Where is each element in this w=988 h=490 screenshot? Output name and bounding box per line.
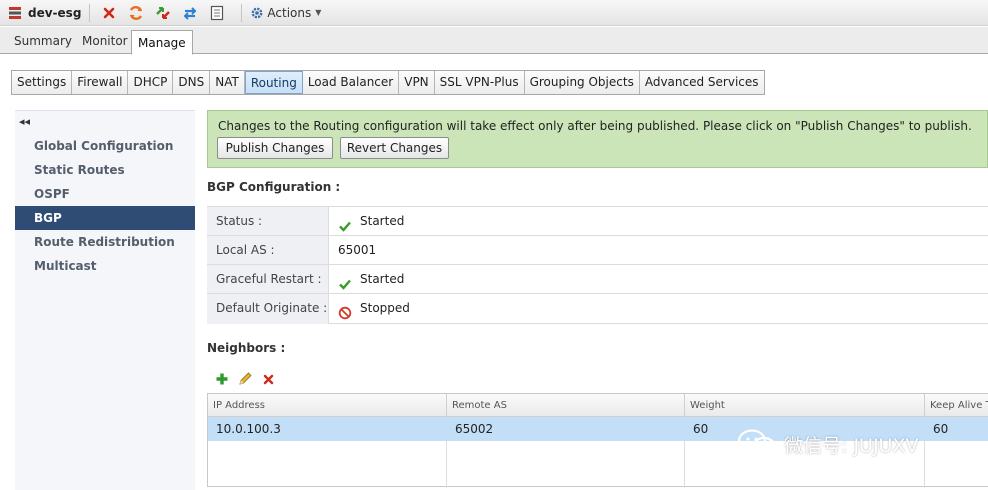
delete-icon[interactable] [260,371,276,387]
gear-icon [250,6,264,20]
column-header-keep-alive[interactable]: Keep Alive Tir [925,394,988,417]
refresh-icon[interactable] [125,3,147,23]
default-originate-text: Stopped [360,301,410,315]
actions-label: Actions [267,5,312,20]
migrate-icon[interactable] [152,3,174,23]
add-icon[interactable] [214,371,230,387]
bgp-status-row: Status : Started [207,206,988,236]
nav-item-multicast[interactable]: Multicast [15,254,195,278]
status-text: Started [360,214,405,228]
chevron-down-icon: ▼ [315,8,322,17]
graceful-restart-label: Graceful Restart : [207,265,329,294]
revert-changes-button[interactable]: Revert Changes [340,137,449,159]
status-label: Status : [207,207,329,236]
subtab-ssl-vpn-plus[interactable]: SSL VPN-Plus [434,71,525,94]
local-as-label: Local AS : [207,236,329,265]
edge-gateway-icon [8,6,22,20]
cell-ip-address: 10.0.100.3 [216,422,281,436]
subtab-dns[interactable]: DNS [173,71,211,94]
object-name: dev-esg [28,5,82,20]
wechat-logo-icon [736,427,778,461]
bgp-config-heading: BGP Configuration : [207,180,341,194]
check-icon [338,215,352,232]
object-toolbar: dev-esg Actions ▼ [0,0,988,26]
wechat-watermark: 微信号: JUJUXV [736,427,918,461]
grid-divider [924,441,925,488]
watermark-text: 微信号: JUJUXV [784,434,919,457]
edit-pencil-icon[interactable] [237,371,253,387]
manage-sub-tabs: Settings Firewall DHCP DNS NAT Routing L… [11,70,765,95]
nav-item-global-configuration[interactable]: Global Configuration [15,134,195,158]
tab-monitor[interactable]: Monitor [76,31,134,54]
default-originate-value: Stopped [338,294,410,323]
cell-weight: 60 [693,422,709,436]
neighbors-toolbar [214,371,283,387]
publish-message: Changes to the Routing configuration wil… [218,119,972,133]
publish-banner: Changes to the Routing configuration wil… [207,110,988,168]
nav-item-ospf[interactable]: OSPF [15,182,195,206]
toolbar-divider [241,3,243,22]
status-value: Started [338,207,404,236]
nav-item-bgp[interactable]: BGP [15,206,195,230]
sync-icon[interactable] [179,3,201,23]
column-header-ip-address[interactable]: IP Address [208,394,447,417]
subtab-routing[interactable]: Routing [244,71,303,94]
nav-item-static-routes[interactable]: Static Routes [15,158,195,182]
actions-menu[interactable]: Actions ▼ [250,6,321,20]
object-title: dev-esg [0,0,81,25]
grid-divider [684,441,685,488]
cell-keep-alive: 60 [933,422,949,436]
publish-changes-button[interactable]: Publish Changes [217,137,333,159]
tab-manage[interactable]: Manage [131,30,193,55]
local-as-text: 65001 [338,243,377,257]
tab-summary[interactable]: Summary [8,31,78,54]
delete-icon[interactable] [98,3,120,23]
main-tabs: Summary Monitor Manage [0,27,988,55]
grid-divider [446,441,447,488]
collapse-icon[interactable]: ◂◂ [19,115,30,128]
graceful-restart-value: Started [338,265,404,294]
bgp-local-as-row: Local AS : 65001 [207,235,988,265]
subtab-load-balancer[interactable]: Load Balancer [302,71,400,94]
local-as-value: 65001 [338,236,376,265]
column-header-weight[interactable]: Weight [685,394,925,417]
default-originate-label: Default Originate : [207,294,329,324]
cell-remote-as: 65002 [455,422,494,436]
subtab-grouping-objects[interactable]: Grouping Objects [524,71,640,94]
subtab-dhcp[interactable]: DHCP [128,71,174,94]
subtab-advanced-services[interactable]: Advanced Services [639,71,764,94]
subtab-settings[interactable]: Settings [12,71,73,94]
neighbors-heading: Neighbors : [207,341,286,355]
stop-icon [338,302,352,319]
document-icon[interactable] [206,3,228,23]
subtab-nat[interactable]: NAT [210,71,245,94]
subtab-vpn[interactable]: VPN [399,71,435,94]
toolbar-divider [89,3,91,22]
bgp-default-originate-row: Default Originate : Stopped [207,293,988,324]
graceful-restart-text: Started [360,272,405,286]
column-header-remote-as[interactable]: Remote AS [447,394,685,417]
check-icon [338,273,352,290]
bgp-graceful-restart-row: Graceful Restart : Started [207,264,988,294]
subtab-firewall[interactable]: Firewall [72,71,129,94]
routing-nav: ◂◂ Global Configuration Static Routes OS… [15,110,195,490]
nav-item-route-redistribution[interactable]: Route Redistribution [15,230,195,254]
